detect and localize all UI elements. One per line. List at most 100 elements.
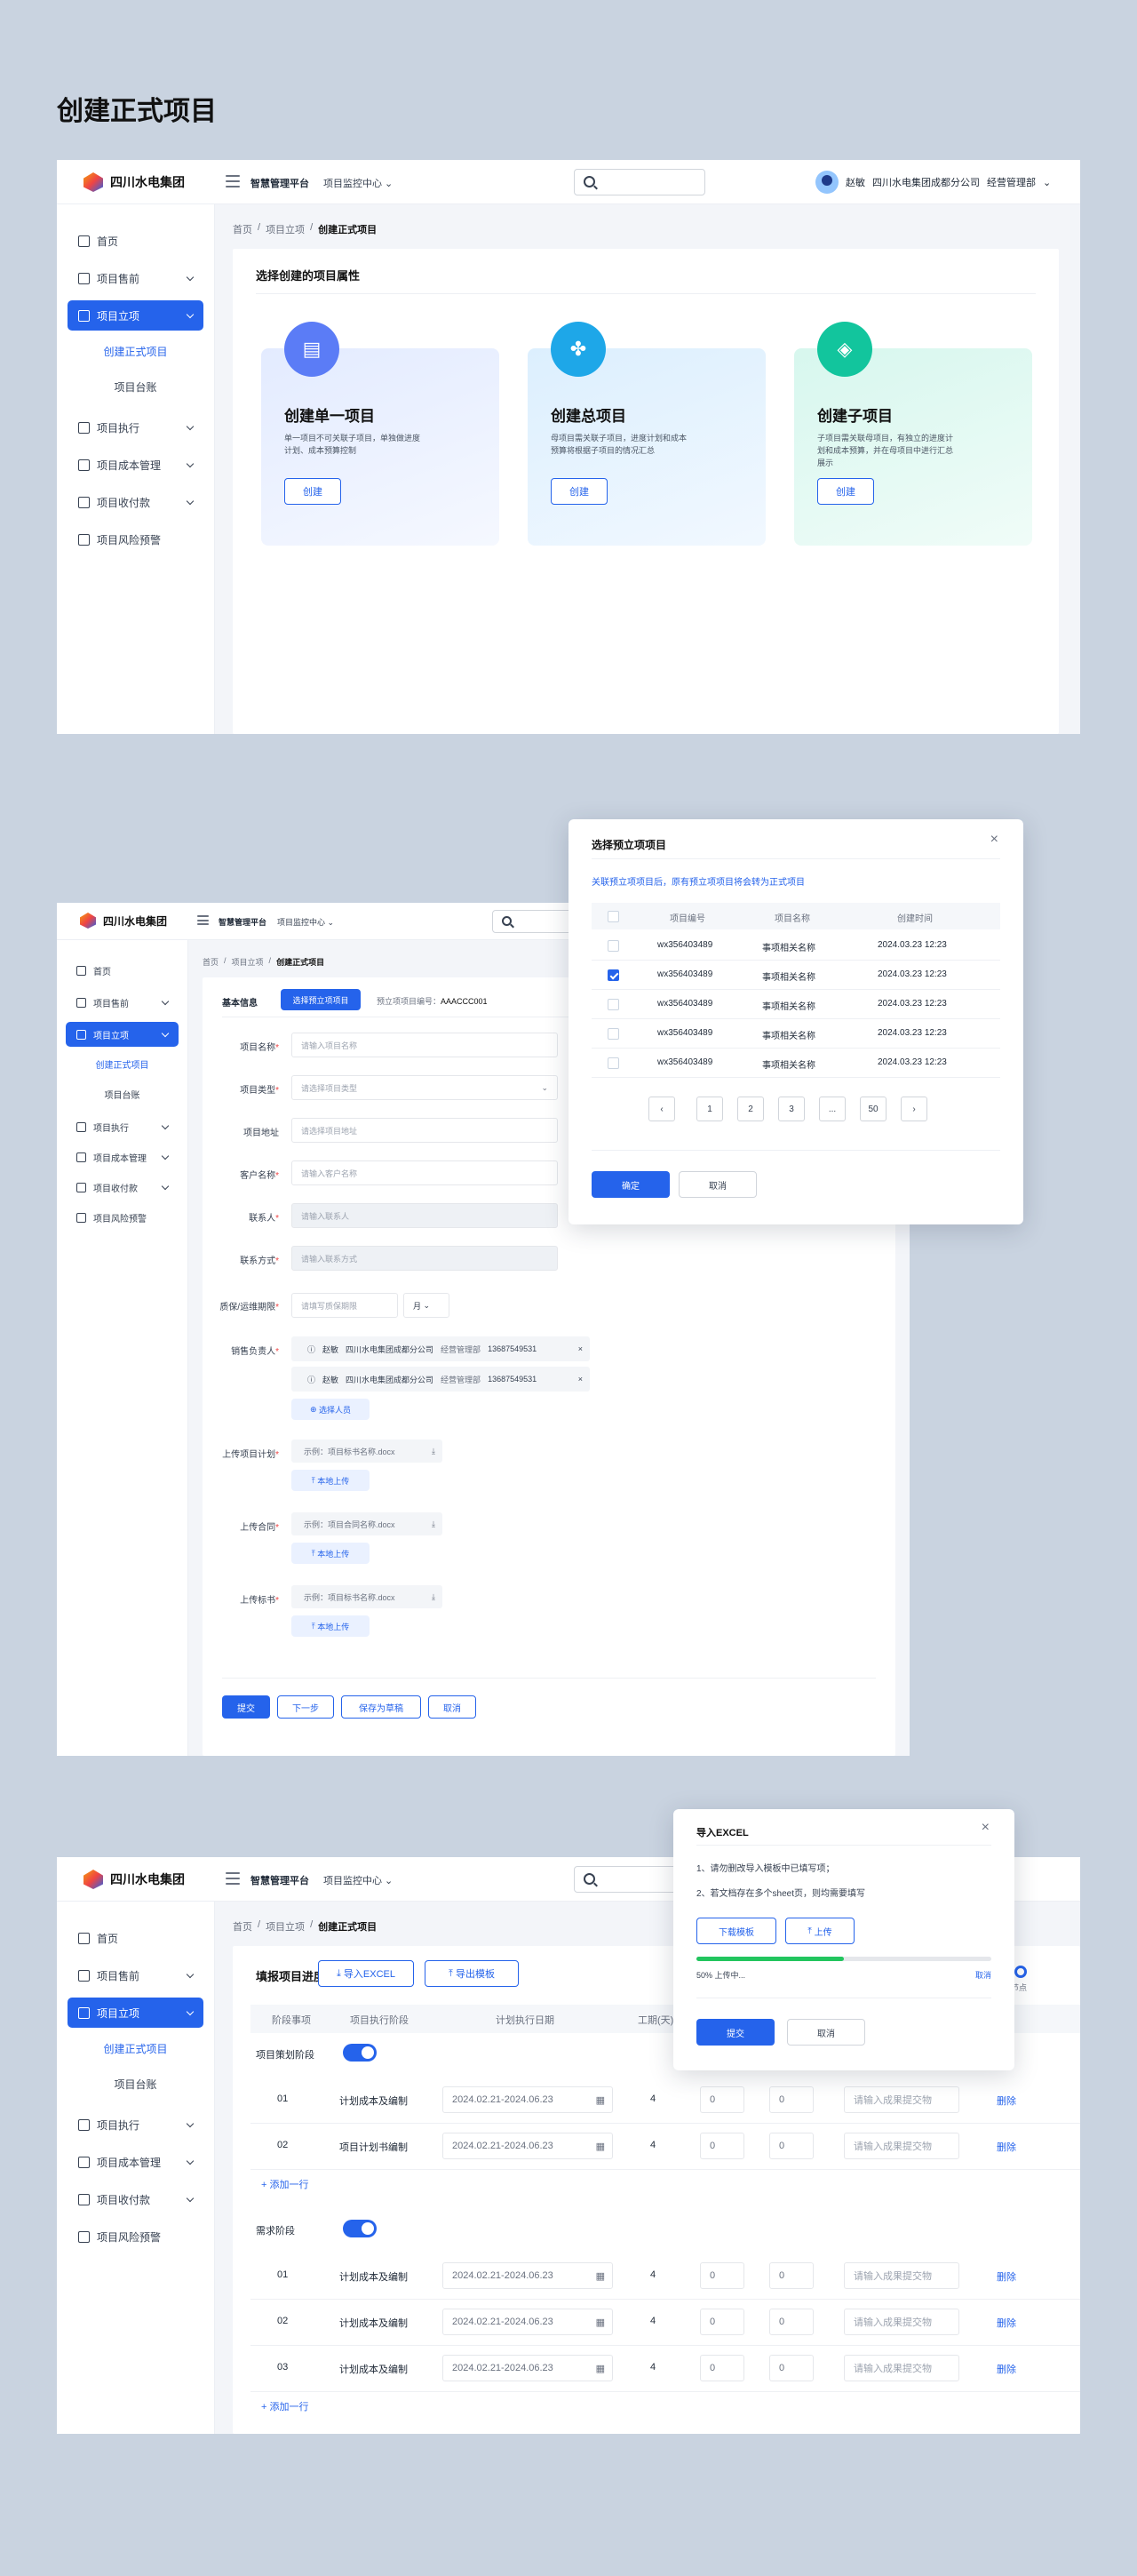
page-50[interactable]: 50	[860, 1097, 887, 1121]
number-input[interactable]: 0	[700, 2086, 744, 2113]
add-row-button[interactable]: + 添加一行	[261, 2399, 308, 2413]
field-input[interactable]: 请选择项目类型 ⌄	[291, 1075, 558, 1100]
date-range-input[interactable]: 2024.02.21-2024.06.23 ▦	[442, 2355, 613, 2381]
remove-icon[interactable]: ×	[578, 1375, 583, 1384]
number-input[interactable]: 0	[769, 2262, 814, 2289]
create-child-button[interactable]: 创建	[817, 478, 874, 505]
sidebar-item-pre[interactable]: 项目售前	[66, 990, 179, 1015]
cancel-button[interactable]: 取消	[679, 1171, 757, 1198]
page-1[interactable]: 1	[696, 1097, 723, 1121]
center-selector[interactable]: 项目监控中心 ⌄	[277, 916, 334, 928]
create-parent-button[interactable]: 创建	[551, 478, 608, 505]
sidebar-item-pay[interactable]: 项目收付款	[68, 2184, 203, 2214]
row-checkbox[interactable]	[608, 940, 619, 952]
field-input[interactable]: 请选择项目地址	[291, 1118, 558, 1143]
date-range-input[interactable]: 2024.02.21-2024.06.23 ▦	[442, 2309, 613, 2335]
create-single-button[interactable]: 创建	[284, 478, 341, 505]
center-selector[interactable]: 项目监控中心 ⌄	[323, 176, 393, 190]
delete-link[interactable]: 删除	[997, 2269, 1016, 2284]
page-3[interactable]: 3	[778, 1097, 805, 1121]
sidebar-item-pay[interactable]: 项目收付款	[66, 1175, 179, 1200]
field-input[interactable]: 请输入项目名称	[291, 1033, 558, 1057]
deliverable-input[interactable]: 请输入成果提交物	[844, 2355, 959, 2381]
sidebar-item-exec[interactable]: 项目执行	[68, 2109, 203, 2140]
submit-button[interactable]: 提交	[222, 1695, 270, 1719]
sidebar-item-setup[interactable]: 项目立项	[68, 1998, 203, 2028]
menu-icon[interactable]	[226, 1872, 240, 1885]
close-icon[interactable]: ×	[990, 832, 998, 848]
search-input[interactable]	[574, 169, 705, 195]
sidebar-item-cost[interactable]: 项目成本管理	[66, 1144, 179, 1169]
number-input[interactable]: 0	[700, 2355, 744, 2381]
date-range-input[interactable]: 2024.02.21-2024.06.23 ▦	[442, 2262, 613, 2289]
export-template-button[interactable]: ⤒ 导出模板	[425, 1960, 519, 1987]
sidebar-item-pay[interactable]: 项目收付款	[68, 487, 203, 517]
number-input[interactable]: 0	[769, 2133, 814, 2159]
cancel-upload-link[interactable]: 取消	[975, 1969, 991, 1981]
table-row[interactable]: wx356403489 事项相关名称 2024.03.23 12:23	[592, 931, 1000, 961]
save-draft-button[interactable]: 保存为草稿	[341, 1695, 421, 1719]
choose-person-button[interactable]: ⊕ 选择人员	[291, 1399, 370, 1420]
download-icon[interactable]: ⤓	[432, 1447, 435, 1456]
row-checkbox[interactable]	[608, 969, 619, 981]
date-range-input[interactable]: 2024.02.21-2024.06.23 ▦	[442, 2086, 613, 2113]
local-upload-button[interactable]: ⤒ 本地上传	[291, 1470, 370, 1491]
menu-icon[interactable]	[197, 915, 209, 925]
cancel-button[interactable]: 取消	[428, 1695, 476, 1719]
prev-page-button[interactable]: ‹	[648, 1097, 675, 1121]
remove-icon[interactable]: ×	[578, 1344, 583, 1353]
warranty-unit-select[interactable]: 月 ⌄	[403, 1293, 449, 1318]
sidebar-item-risk[interactable]: 项目风险预警	[66, 1205, 179, 1230]
tab-basic[interactable]: 基本信息	[222, 995, 258, 1009]
sidebar-item-home[interactable]: 首页	[68, 226, 203, 256]
sidebar-sub-ledger[interactable]: 项目台账	[68, 2070, 203, 2097]
sidebar-item-risk[interactable]: 项目风险预警	[68, 2221, 203, 2252]
user-menu[interactable]: 赵敏 四川水电集团成都分公司 经营管理部 ⌄	[815, 171, 1051, 194]
number-input[interactable]: 0	[700, 2262, 744, 2289]
submit-button[interactable]: 提交	[696, 2019, 775, 2046]
table-row[interactable]: wx356403489 事项相关名称 2024.03.23 12:23	[592, 1049, 1000, 1078]
download-icon[interactable]: ⤓	[432, 1592, 435, 1602]
next-page-button[interactable]: ›	[901, 1097, 927, 1121]
number-input[interactable]: 0	[769, 2309, 814, 2335]
delete-link[interactable]: 删除	[997, 2362, 1016, 2376]
upload-button[interactable]: ⤒ 上传	[785, 1918, 855, 1944]
number-input[interactable]: 0	[700, 2309, 744, 2335]
deliverable-input[interactable]: 请输入成果提交物	[844, 2133, 959, 2159]
sidebar-sub-create[interactable]: 创建正式项目	[68, 338, 203, 364]
sidebar-sub-ledger[interactable]: 项目台账	[68, 1082, 177, 1105]
delete-link[interactable]: 删除	[997, 2093, 1016, 2108]
local-upload-button[interactable]: ⤒ 本地上传	[291, 1543, 370, 1564]
row-checkbox[interactable]	[608, 1028, 619, 1040]
select-pre-project-button[interactable]: 选择预立项项目	[281, 989, 361, 1010]
cancel-button[interactable]: 取消	[787, 2019, 865, 2046]
date-range-input[interactable]: 2024.02.21-2024.06.23 ▦	[442, 2133, 613, 2159]
field-input[interactable]: 请输入联系人	[291, 1203, 558, 1228]
sidebar-sub-create[interactable]: 创建正式项目	[68, 1052, 177, 1075]
sidebar-item-pre[interactable]: 项目售前	[68, 263, 203, 293]
close-icon[interactable]: ×	[982, 1820, 990, 1836]
sidebar-item-pre[interactable]: 项目售前	[68, 1960, 203, 1990]
page-2[interactable]: 2	[737, 1097, 764, 1121]
download-icon[interactable]: ⤓	[432, 1519, 435, 1529]
import-excel-button[interactable]: ⤓ 导入EXCEL	[318, 1960, 414, 1987]
local-upload-button[interactable]: ⤒ 本地上传	[291, 1615, 370, 1637]
sidebar-item-risk[interactable]: 项目风险预警	[68, 524, 203, 554]
sidebar-item-exec[interactable]: 项目执行	[66, 1114, 179, 1139]
number-input[interactable]: 0	[769, 2086, 814, 2113]
sidebar-sub-ledger[interactable]: 项目台账	[68, 373, 203, 400]
table-row[interactable]: wx356403489 事项相关名称 2024.03.23 12:23	[592, 961, 1000, 990]
menu-icon[interactable]	[226, 175, 240, 187]
delete-link[interactable]: 删除	[997, 2316, 1016, 2330]
row-checkbox[interactable]	[608, 1057, 619, 1069]
deliverable-input[interactable]: 请输入成果提交物	[844, 2086, 959, 2113]
table-row[interactable]: wx356403489 事项相关名称 2024.03.23 12:23	[592, 1019, 1000, 1049]
sidebar-item-exec[interactable]: 项目执行	[68, 412, 203, 443]
download-template-button[interactable]: 下载模板	[696, 1918, 776, 1944]
stage-toggle[interactable]	[343, 2044, 377, 2062]
add-row-button[interactable]: + 添加一行	[261, 2177, 308, 2191]
warranty-input[interactable]: 请填写质保期限	[291, 1293, 398, 1318]
table-row[interactable]: wx356403489 事项相关名称 2024.03.23 12:23	[592, 990, 1000, 1019]
sidebar-sub-create[interactable]: 创建正式项目	[68, 2035, 203, 2062]
delete-link[interactable]: 删除	[997, 2140, 1016, 2154]
